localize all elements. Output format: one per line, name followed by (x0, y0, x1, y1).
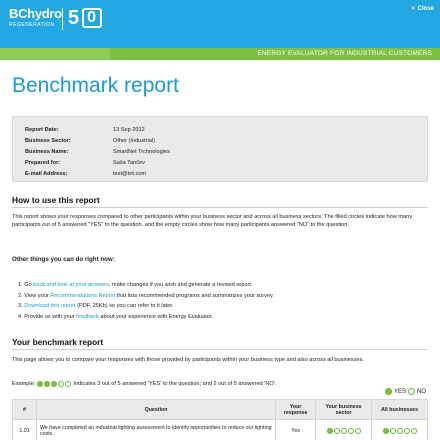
banner-accent (0, 48, 110, 60)
no-circle-icon (389, 427, 396, 434)
example-line: Example: Indicates 3 out of 5 answered '… (12, 381, 276, 387)
your-response: Yes (275, 419, 317, 440)
question-text: We have completed an industrial lighting… (35, 419, 277, 440)
column-header: All businesses (371, 399, 428, 420)
yes-circle-icon (384, 388, 392, 395)
other-things-heading: Other things you can do right now: (12, 256, 115, 263)
table-header-row: # Question Your response Your business s… (12, 399, 428, 420)
column-header: Your response (275, 399, 317, 420)
close-button[interactable]: ✕ Close (410, 5, 434, 13)
banner-label: ENERGY EVALUATOR FOR INDUSTRIAL CUSTOMER… (257, 50, 432, 57)
brand-subtitle: REGENERATION (9, 22, 55, 28)
no-circle-icon (340, 427, 347, 434)
column-header: # (12, 399, 37, 420)
no-circle-icon (408, 388, 415, 395)
list-item: 2. View your Recommendations Report that… (18, 291, 428, 302)
next-steps-list: 1. Go back and look at your answers, mak… (18, 280, 428, 322)
info-row: E-mail Address: test@tet.com (25, 171, 146, 177)
info-value: Other (Industrial) (113, 138, 155, 144)
divider (12, 207, 428, 208)
no-circle-icon (410, 427, 417, 434)
step-number: 3. (18, 303, 23, 309)
no-circle-icon (65, 381, 72, 387)
logo-divider (62, 8, 63, 30)
info-row: Business Name: SmartNet Trchnologies (25, 149, 170, 155)
step-text: about your experience with Energy Evalua… (98, 313, 213, 320)
anniversary-logo: 50 (68, 6, 103, 30)
info-value: 13 Sep 2012 (113, 127, 145, 133)
yes-circle-icon (44, 381, 51, 387)
step-text: Go (24, 282, 34, 288)
step-number: 4. (18, 313, 23, 320)
step-text: View your (24, 292, 51, 299)
info-label: E-mail Address: (25, 171, 68, 177)
how-to-heading: How to use this report (12, 195, 100, 205)
question-number: 1.01 (12, 419, 37, 440)
list-item: 4. Provide us with your feedback about y… (18, 312, 428, 323)
step-text: Provide us with your (24, 313, 77, 320)
brand-name: BChydro (9, 6, 62, 21)
info-row: Report Date: 13 Sep 2012 (25, 127, 145, 133)
info-label: Report Date: (25, 127, 59, 133)
no-circle-icon (333, 427, 340, 434)
all-circles-cell (371, 419, 428, 440)
example-circles (37, 381, 72, 387)
no-circle-icon (396, 427, 403, 434)
info-row: Business Sector: Other (Industrial) (25, 138, 155, 144)
step-text: that lists recommended programs and summ… (115, 292, 274, 299)
benchmark-heading: Your benchmark report (12, 337, 104, 347)
no-circle-icon (354, 427, 361, 434)
recommendations-report-link[interactable]: Recommendations Report (50, 293, 115, 299)
product-banner: ENERGY EVALUATOR FOR INDUSTRIAL CUSTOMER… (0, 48, 440, 60)
column-header: Your business sector (315, 399, 373, 420)
back-to-answers-link[interactable]: back and look at your answers (33, 282, 109, 288)
legend-yes-label: YES (393, 388, 406, 395)
list-item: 1. Go back and look at your answers, mak… (18, 280, 428, 291)
example-text: Indicates 3 out of 5 answered 'YES' to t… (73, 381, 277, 387)
close-label: Close (417, 5, 434, 12)
info-value: test@tet.com (113, 171, 147, 177)
legend-no-label: NO (417, 388, 426, 395)
column-header: Question (35, 399, 277, 420)
info-row: Prepared for: Saša Tančev (25, 160, 145, 166)
step-number: 1. (18, 282, 23, 288)
yes-circle-icon (51, 381, 58, 387)
step-text: (PDF, 25Kb) so you can refer to it later… (75, 303, 174, 309)
bchydro-logo: BChydro REGENERATION (9, 7, 62, 28)
info-value: Saša Tančev (113, 160, 145, 166)
all-circles (375, 427, 424, 434)
sector-circles-cell (315, 419, 373, 440)
yes-circle-icon (37, 381, 44, 387)
report-info-box: Report Date: 13 Sep 2012 Business Sector:… (12, 116, 428, 182)
anniversary-number: 5 (68, 7, 81, 29)
page-title: Benchmark report (12, 74, 179, 97)
no-circle-icon (403, 427, 410, 434)
step-number: 2. (18, 292, 23, 299)
divider (12, 349, 428, 350)
yes-no-legend: YES NO (384, 388, 426, 395)
benchmark-text: This page allows you to compare your res… (12, 357, 364, 363)
info-label: Business Name: (25, 149, 69, 155)
anniversary-box: 0 (82, 8, 103, 28)
table-row: 1.01 We have completed an industrial lig… (12, 419, 428, 440)
sector-circles (319, 427, 368, 434)
yes-circle-icon (382, 427, 389, 434)
info-label: Business Sector: (25, 138, 71, 144)
close-icon: ✕ (410, 6, 416, 12)
benchmark-table: # Question Your response Your business s… (12, 399, 428, 440)
header-bar: BChydro REGENERATION 50 ✕ Close (0, 0, 440, 48)
example-prefix: Example: (12, 381, 36, 387)
feedback-link[interactable]: feedback (76, 314, 99, 320)
yes-circle-icon (326, 427, 333, 434)
info-value: SmartNet Trchnologies (113, 149, 170, 155)
no-circle-icon (347, 427, 354, 434)
no-circle-icon (58, 381, 65, 387)
download-report-link[interactable]: Download this report (24, 303, 75, 309)
info-label: Prepared for: (25, 160, 61, 166)
step-text: , make changes if you wish and generate … (108, 282, 253, 288)
list-item: 3. Download this report (PDF, 25Kb) so y… (18, 301, 428, 312)
benchmark-report-page: BChydro REGENERATION 50 ✕ Close ENERGY E… (0, 0, 440, 440)
how-to-text: This report shows your responses compare… (12, 214, 413, 228)
